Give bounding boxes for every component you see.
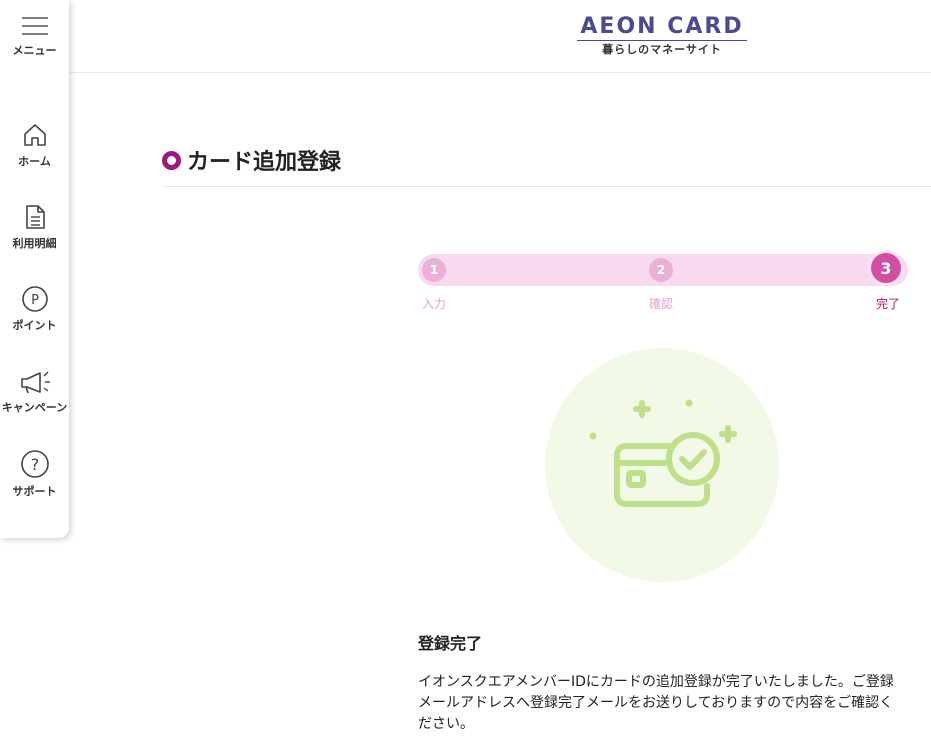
question-circle-icon: ?: [20, 450, 49, 478]
document-icon: [25, 205, 45, 229]
sidebar-item-menu[interactable]: メニュー: [0, 14, 69, 58]
sidebar-nav: メニュー ホーム 利用明細 P ポイント キャンペーン ? サポート: [0, 0, 69, 538]
sidebar-item-statement[interactable]: 利用明細: [0, 203, 69, 251]
sidebar-item-points[interactable]: P ポイント: [0, 285, 69, 333]
page-title-text: カード追加登録: [187, 150, 342, 175]
step-1-dot: 1: [422, 258, 446, 282]
sidebar-item-label: ホーム: [18, 155, 51, 168]
sidebar-item-campaign[interactable]: キャンペーン: [0, 367, 69, 415]
site-header: AEON CARD 暮らしのマネーサイト: [0, 0, 931, 73]
title-ring-icon: [162, 150, 181, 170]
svg-text:?: ?: [30, 455, 39, 474]
sidebar-item-home[interactable]: ホーム: [0, 121, 69, 169]
sidebar-item-label: メニュー: [12, 44, 57, 57]
step-2-dot: 2: [649, 258, 673, 282]
completion-heading: 登録完了: [418, 634, 483, 653]
hamburger-menu-icon: [21, 17, 48, 35]
page-title: カード追加登録: [162, 140, 341, 180]
svg-text:P: P: [31, 293, 39, 308]
aeon-card-logo[interactable]: AEON CARD 暮らしのマネーサイト: [577, 14, 747, 56]
logo-sub-text: 暮らしのマネーサイト: [602, 43, 722, 56]
point-circle-icon: P: [21, 286, 48, 312]
completion-illustration: [545, 348, 779, 582]
step-2-label: 確認: [649, 297, 674, 311]
megaphone-icon: [20, 371, 50, 394]
step-3-dot: 3: [868, 250, 904, 286]
sidebar-item-label: サポート: [12, 485, 57, 498]
title-divider: [162, 186, 931, 187]
home-icon: [23, 124, 46, 146]
step-1-label: 入力: [422, 297, 447, 311]
card-check-icon: [589, 399, 737, 507]
sidebar-item-support[interactable]: ? サポート: [0, 449, 69, 499]
step-3-label: 完了: [876, 297, 901, 311]
sidebar-item-label: ポイント: [12, 319, 57, 332]
completion-message: イオンスクエアメンバーIDにカードの追加登録が完了いたしました。ご登録メールアド…: [418, 674, 894, 732]
sidebar-item-label: キャンペーン: [1, 401, 68, 414]
sidebar-item-label: 利用明細: [12, 237, 57, 250]
logo-rule: [577, 40, 747, 41]
logo-main-text: AEON CARD: [580, 14, 744, 39]
